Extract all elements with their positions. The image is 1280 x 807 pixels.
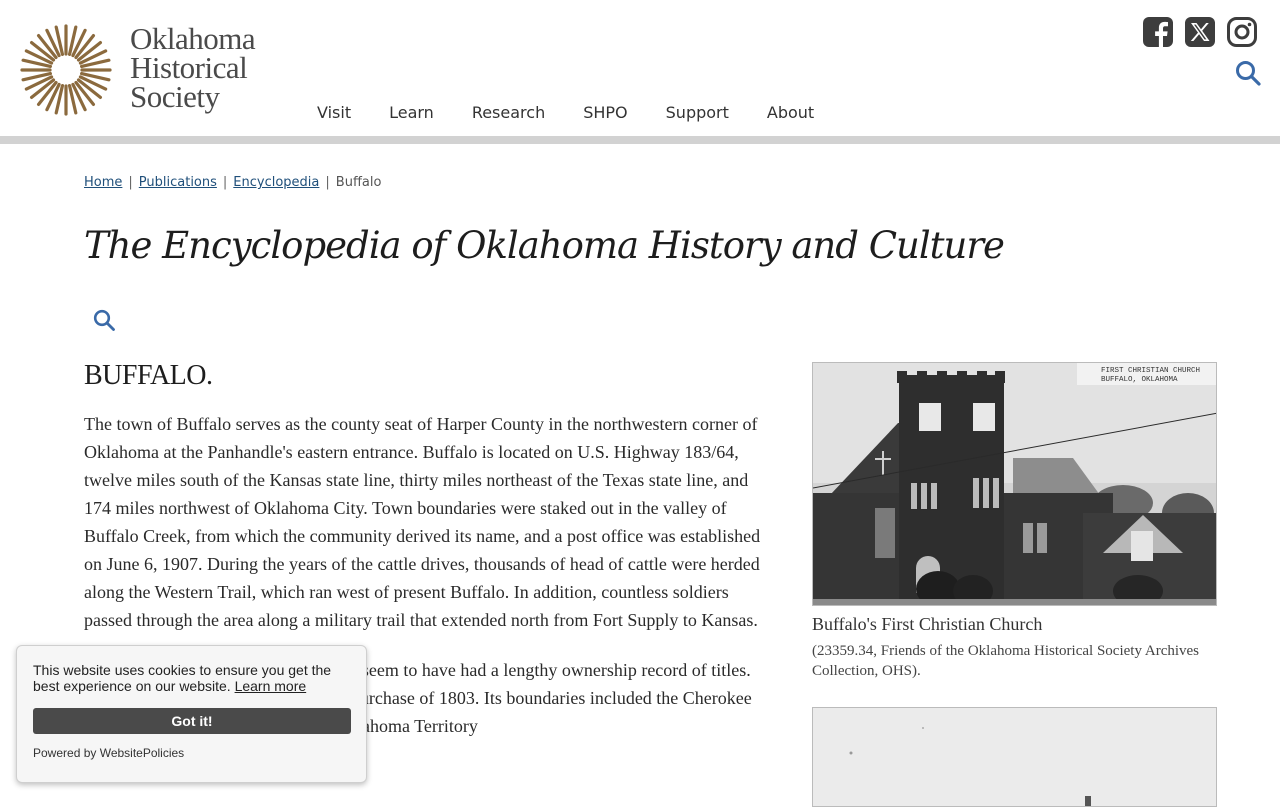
breadcrumb-separator: | [128, 175, 133, 190]
cookie-banner: This website uses cookies to ensure you … [16, 645, 367, 783]
second-photo[interactable] [812, 707, 1217, 807]
figure-second [812, 707, 1217, 807]
breadcrumb-publications[interactable]: Publications [139, 175, 217, 190]
figure-caption: Buffalo's First Christian Church [812, 614, 1043, 634]
main-nav: Visit Learn Research SHPO Support About [317, 103, 852, 122]
nav-support[interactable]: Support [666, 103, 729, 122]
site-logo[interactable]: Oklahoma Historical Society [20, 21, 270, 120]
site-search-icon[interactable] [1235, 60, 1261, 86]
instagram-icon[interactable] [1226, 16, 1258, 48]
logo-line-3: Society [130, 79, 220, 114]
nav-visit[interactable]: Visit [317, 103, 351, 122]
breadcrumb-separator: | [325, 175, 330, 190]
breadcrumb-home[interactable]: Home [84, 175, 122, 190]
church-photo-image: FIRST CHRISTIAN CHURCH BUFFALO, OKLAHOMA [813, 363, 1216, 605]
logo-line-2: Historical [130, 50, 248, 85]
figure-church: FIRST CHRISTIAN CHURCH BUFFALO, OKLAHOMA… [812, 362, 1217, 681]
figure-credit: (23359.34, Friends of the Oklahoma Histo… [812, 643, 1200, 679]
breadcrumb: Home | Publications | Encyclopedia | Buffalo [84, 175, 381, 190]
breadcrumb-separator: | [222, 175, 228, 190]
sunburst-logo-icon [20, 24, 112, 116]
cookie-learn-more-link[interactable]: Learn more [235, 678, 307, 694]
cookie-message: This website uses cookies to ensure you … [33, 662, 350, 694]
nav-research[interactable]: Research [472, 103, 545, 122]
article-paragraph-1: The town of Buffalo serves as the county… [84, 414, 761, 630]
site-header: Oklahoma Historical Society Visit Learn … [0, 0, 1280, 136]
breadcrumb-current: Buffalo [335, 175, 382, 190]
facebook-icon[interactable] [1142, 16, 1174, 48]
photo-sign-line-2: BUFFALO, OKLAHOMA [1101, 376, 1178, 384]
second-photo-image [813, 708, 1216, 806]
x-icon[interactable] [1184, 16, 1216, 48]
cookie-accept-button[interactable]: Got it! [33, 708, 351, 734]
page-title: The Encyclopedia of Oklahoma History and… [84, 224, 1005, 267]
church-photo[interactable]: FIRST CHRISTIAN CHURCH BUFFALO, OKLAHOMA [812, 362, 1217, 606]
header-divider [0, 136, 1280, 144]
photo-sign-line-1: FIRST CHRISTIAN CHURCH [1101, 367, 1200, 375]
nav-about[interactable]: About [767, 103, 814, 122]
breadcrumb-encyclopedia[interactable]: Encyclopedia [233, 175, 319, 190]
article-title: BUFFALO. [84, 360, 213, 391]
nav-shpo[interactable]: SHPO [583, 103, 627, 122]
encyclopedia-search-icon[interactable] [93, 309, 115, 331]
cookie-powered-by: Powered by WebsitePolicies [33, 746, 185, 760]
nav-learn[interactable]: Learn [389, 103, 434, 122]
logo-line-1: Oklahoma [130, 21, 256, 56]
logo-wordmark: Oklahoma Historical Society [130, 21, 256, 114]
social-links [1142, 16, 1258, 48]
